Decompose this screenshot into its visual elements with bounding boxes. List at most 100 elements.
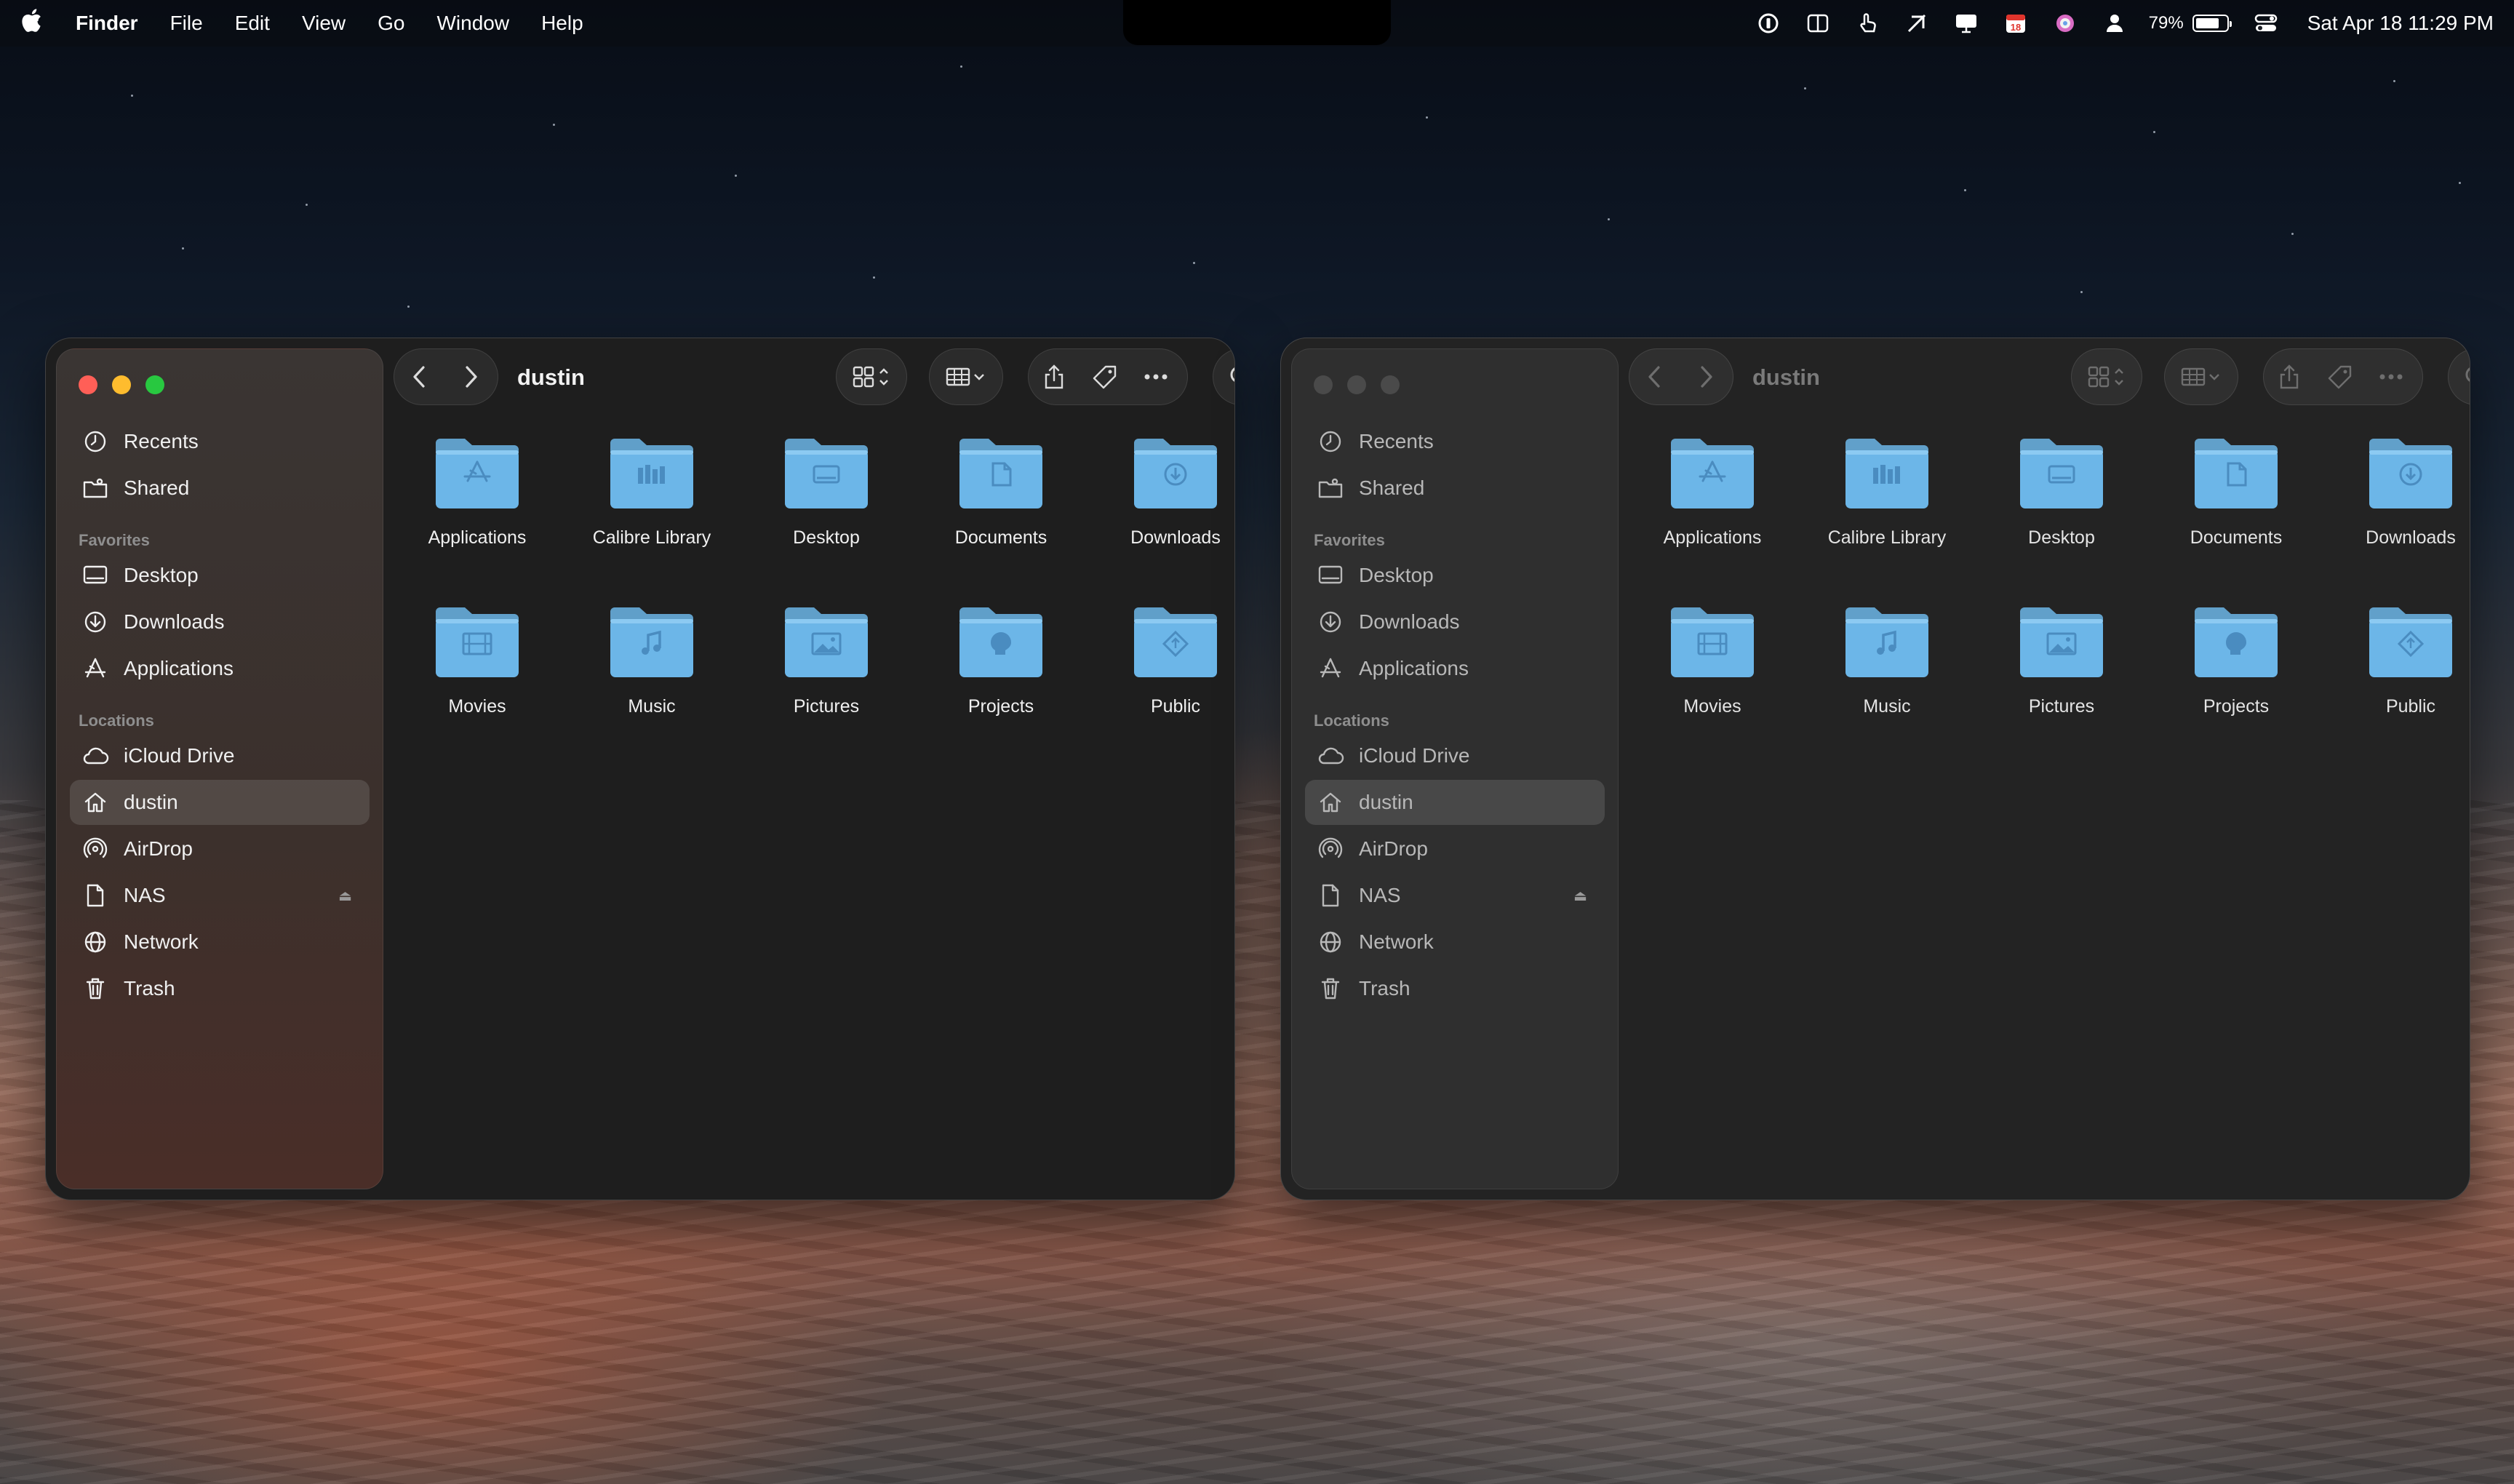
menu-edit[interactable]: Edit — [235, 12, 270, 35]
back-button[interactable] — [1629, 351, 1680, 402]
menu-window[interactable]: Window — [436, 12, 509, 35]
folder-item[interactable]: Pictures — [743, 602, 910, 747]
search-button[interactable] — [2448, 348, 2470, 405]
document-icon — [1317, 882, 1344, 909]
sidebar-item-shared[interactable]: Shared — [1305, 466, 1605, 511]
password-manager-icon[interactable] — [1756, 11, 1781, 36]
forward-button[interactable] — [1680, 351, 1731, 402]
folder-item[interactable]: Documents — [2152, 433, 2320, 578]
battery-icon[interactable] — [2192, 15, 2232, 32]
folder-item[interactable]: Desktop — [743, 433, 910, 578]
tag-button[interactable] — [1080, 351, 1130, 402]
view-mode-button[interactable] — [2071, 348, 2142, 405]
sidebar-item-airdrop[interactable]: AirDrop — [1305, 826, 1605, 871]
folder-item[interactable]: Downloads — [2327, 433, 2470, 578]
screenshot-tool-icon[interactable] — [1904, 11, 1929, 36]
sidebar-item-desktop[interactable]: Desktop — [1305, 553, 1605, 598]
sidebar-item-recents[interactable]: Recents — [70, 419, 370, 464]
zoom-button[interactable] — [145, 375, 164, 394]
folder-item[interactable]: Desktop — [1978, 433, 2145, 578]
share-button[interactable] — [1029, 351, 1080, 402]
menu-app-name[interactable]: Finder — [76, 12, 138, 35]
folder-item[interactable]: Pictures — [1978, 602, 2145, 747]
close-button[interactable] — [1314, 375, 1333, 394]
apple-menu-icon[interactable] — [20, 8, 42, 39]
folder-item[interactable]: Projects — [2152, 602, 2320, 747]
sidebar-item-desktop[interactable]: Desktop — [70, 553, 370, 598]
minimize-button[interactable] — [112, 375, 131, 394]
sidebar-item-dustin[interactable]: dustin — [70, 780, 370, 825]
sidebar-item-nas[interactable]: NAS ⏏ — [1305, 873, 1605, 918]
window-controls — [79, 375, 179, 394]
share-button[interactable] — [2264, 351, 2315, 402]
sidebar-item-nas[interactable]: NAS ⏏ — [70, 873, 370, 918]
forward-button[interactable] — [445, 351, 496, 402]
search-button[interactable] — [1213, 348, 1234, 405]
folder-item-label: Pictures — [2028, 696, 2095, 717]
sidebar-item-applications[interactable]: Applications — [70, 646, 370, 691]
sidebar-heading-favorites: Favorites — [79, 531, 150, 549]
group-by-button[interactable] — [2164, 348, 2238, 405]
sidebar-item-recents[interactable]: Recents — [1305, 419, 1605, 464]
sidebar-item-label: Applications — [1359, 657, 1469, 679]
display-icon[interactable] — [1954, 11, 1979, 36]
tag-button[interactable] — [2315, 351, 2366, 402]
eject-icon[interactable]: ⏏ — [1573, 887, 1587, 905]
icon-view-icon — [837, 351, 906, 402]
more-actions-button[interactable] — [2366, 351, 2417, 402]
folder-item[interactable]: Public — [1092, 602, 1234, 747]
folder-item[interactable]: Downloads — [1092, 433, 1234, 578]
menu-go[interactable]: Go — [378, 12, 404, 35]
clock-datetime[interactable]: Sat Apr 18 11:29 PM — [2307, 12, 2494, 35]
finder-window-2[interactable]: Recents Shared Favorites Desktop Downloa… — [1280, 338, 2470, 1200]
view-mode-button[interactable] — [836, 348, 907, 405]
calendar-icon[interactable]: 18 — [2003, 11, 2028, 36]
toolbar: dustin — [1629, 348, 2470, 407]
folder-item[interactable]: Music — [1803, 602, 1971, 747]
more-actions-button[interactable] — [1130, 351, 1181, 402]
sidebar-item-network[interactable]: Network — [70, 919, 370, 965]
sidebar-item-downloads[interactable]: Downloads — [70, 599, 370, 645]
folder-item-label: Movies — [1683, 696, 1741, 717]
folder-item[interactable]: Applications — [394, 433, 561, 578]
folder-item[interactable]: Projects — [917, 602, 1085, 747]
folder-item[interactable]: Music — [568, 602, 735, 747]
menu-file[interactable]: File — [170, 12, 203, 35]
folder-item[interactable]: Documents — [917, 433, 1085, 578]
sidebar-item-network[interactable]: Network — [1305, 919, 1605, 965]
sidebar-item-applications[interactable]: Applications — [1305, 646, 1605, 691]
folder-item[interactable]: Movies — [394, 602, 561, 747]
sidebar-item-dustin[interactable]: dustin — [1305, 780, 1605, 825]
folder-item-label: Music — [1863, 696, 1911, 717]
folder-item[interactable]: Calibre Library — [1803, 433, 1971, 578]
hand-pointer-icon[interactable] — [1855, 11, 1880, 36]
color-wheel-icon[interactable] — [2053, 11, 2078, 36]
cloud-icon — [81, 742, 109, 770]
back-button[interactable] — [394, 351, 445, 402]
close-button[interactable] — [79, 375, 97, 394]
sidebar-item-shared[interactable]: Shared — [70, 466, 370, 511]
group-by-button[interactable] — [929, 348, 1003, 405]
sidebar-item-icloud-drive[interactable]: iCloud Drive — [70, 733, 370, 778]
split-view-icon[interactable] — [1805, 11, 1830, 36]
sidebar-item-airdrop[interactable]: AirDrop — [70, 826, 370, 871]
control-center-icon[interactable] — [2254, 11, 2278, 36]
finder-window-1[interactable]: Recents Shared Favorites Desktop Downloa… — [45, 338, 1235, 1200]
folder-item-label: Desktop — [793, 527, 860, 548]
folder-item[interactable]: Public — [2327, 602, 2470, 747]
eject-icon[interactable]: ⏏ — [338, 887, 352, 905]
minimize-button[interactable] — [1347, 375, 1366, 394]
menu-help[interactable]: Help — [541, 12, 583, 35]
folder-item-label: Projects — [2203, 696, 2270, 717]
user-icon[interactable] — [2102, 11, 2127, 36]
sidebar-item-downloads[interactable]: Downloads — [1305, 599, 1605, 645]
menu-view[interactable]: View — [302, 12, 346, 35]
folder-item[interactable]: Calibre Library — [568, 433, 735, 578]
folder-item[interactable]: Applications — [1629, 433, 1796, 578]
sidebar-item-trash[interactable]: Trash — [70, 966, 370, 1011]
sidebar-item-trash[interactable]: Trash — [1305, 966, 1605, 1011]
sidebar-item-icloud-drive[interactable]: iCloud Drive — [1305, 733, 1605, 778]
folder-item[interactable]: Movies — [1629, 602, 1796, 747]
desktop-icon — [81, 562, 109, 589]
zoom-button[interactable] — [1381, 375, 1400, 394]
